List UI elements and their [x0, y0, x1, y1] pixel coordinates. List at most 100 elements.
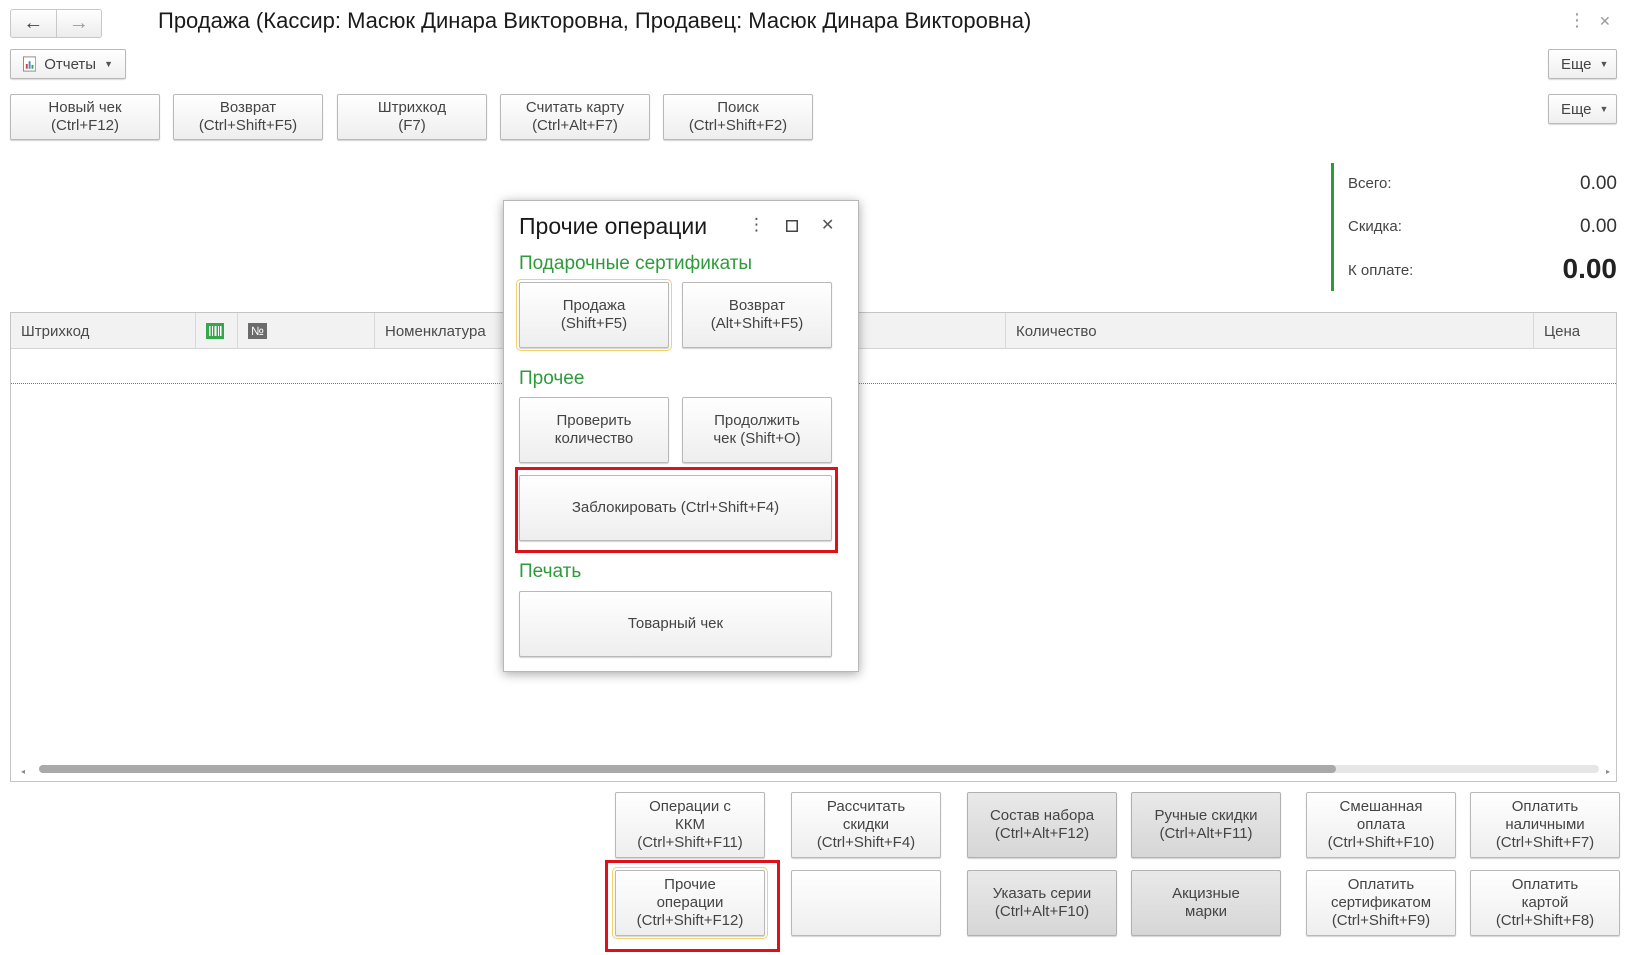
button-label: Возврат [219, 99, 277, 116]
section-print: Печать [519, 561, 582, 582]
button-label: Указать серии [992, 885, 1092, 902]
button-label: скидки [842, 816, 890, 833]
button-shortcut: (Ctrl+Alt+F11) [1159, 825, 1253, 842]
page-title: Продажа (Кассир: Масюк Динара Викторовна… [158, 8, 1032, 33]
scrollbar-thumb[interactable] [39, 765, 1336, 773]
button-label: Товарный чек [627, 615, 724, 632]
button-label: наличными [1505, 816, 1585, 833]
dropdown-caret-icon: ▼ [1599, 59, 1609, 69]
button-label: Продажа [562, 297, 626, 314]
return-button[interactable]: Возврат (Ctrl+Shift+F5) [173, 94, 323, 140]
gift-return-button[interactable]: Возврат (Alt+Shift+F5) [682, 282, 832, 348]
marking-icon [206, 323, 224, 339]
button-label: Возврат [728, 297, 786, 314]
button-shortcut: (Alt+Shift+F5) [710, 315, 804, 332]
button-label: количество [554, 430, 634, 447]
highlight-frame [515, 467, 838, 553]
button-label: ККМ [675, 816, 705, 833]
column-quantity[interactable]: Количество [1006, 313, 1534, 349]
button-label: марки [1185, 903, 1227, 920]
dialog-title: Прочие операции [519, 213, 708, 239]
empty-button[interactable] [791, 870, 941, 936]
more-button-second[interactable]: Еще ▼ [1548, 94, 1617, 124]
total-value: 0.00 [1580, 173, 1617, 194]
back-arrow-icon[interactable]: ← [11, 10, 56, 37]
total-label: Всего: [1348, 175, 1392, 192]
button-label: Ручные скидки [1154, 807, 1258, 824]
section-other: Прочее [519, 368, 585, 389]
scroll-right-icon[interactable]: ▸ [1606, 767, 1610, 776]
column-marking[interactable] [196, 313, 238, 349]
report-chart-icon [23, 56, 37, 72]
button-label: Оплатить [1511, 876, 1579, 893]
button-label: Акцизные [1172, 885, 1240, 902]
dialog-menu-icon[interactable]: ⋮ [748, 215, 765, 235]
excise-marks-button[interactable]: Акцизные марки [1131, 870, 1281, 936]
manual-discounts-button[interactable]: Ручные скидки (Ctrl+Alt+F11) [1131, 792, 1281, 858]
pay-card-button[interactable]: Оплатить картой (Ctrl+Shift+F8) [1470, 870, 1620, 936]
maximize-icon[interactable] [786, 217, 798, 237]
button-label: Новый чек [48, 99, 122, 116]
navigation-buttons: ← → [10, 9, 102, 38]
button-shortcut: (Ctrl+Alt+F12) [994, 825, 1090, 842]
calculate-discounts-button[interactable]: Рассчитать скидки (Ctrl+Shift+F4) [791, 792, 941, 858]
button-label: оплата [1356, 816, 1406, 833]
button-label: Поиск [717, 99, 759, 116]
button-label: Считать карту [525, 99, 625, 116]
continue-check-button[interactable]: Продолжить чек (Shift+O) [682, 397, 832, 463]
button-shortcut: (Ctrl+Alt+F10) [994, 903, 1090, 920]
button-label: Оплатить [1511, 798, 1579, 815]
new-check-button[interactable]: Новый чек (Ctrl+F12) [10, 94, 160, 140]
number-sign-icon: № [248, 323, 267, 339]
close-icon[interactable]: ✕ [821, 215, 834, 235]
other-operations-dialog: Прочие операции ⋮ ✕ Подарочные сертифика… [503, 200, 859, 672]
button-label: Продолжить [714, 412, 800, 429]
column-number[interactable]: № [238, 313, 375, 349]
close-icon[interactable]: ✕ [1599, 13, 1611, 30]
scroll-left-icon[interactable]: ◂ [21, 767, 25, 776]
more-vertical-icon[interactable]: ⋮ [1568, 10, 1586, 31]
dropdown-caret-icon: ▼ [1599, 104, 1609, 114]
gift-sale-button[interactable]: Продажа (Shift+F5) [516, 279, 672, 351]
kit-composition-button[interactable]: Состав набора (Ctrl+Alt+F12) [967, 792, 1117, 858]
button-label: Состав набора [989, 807, 1095, 824]
button-shortcut: (F7) [398, 117, 426, 134]
more-button-top[interactable]: Еще ▼ [1548, 49, 1617, 79]
button-shortcut: (Ctrl+Shift+F9) [1331, 912, 1431, 929]
totals-accent-bar [1331, 163, 1334, 291]
button-label: чек (Shift+O) [713, 430, 801, 447]
button-shortcut: (Ctrl+Shift+F7) [1495, 834, 1595, 851]
button-shortcut: (Ctrl+Shift+F10) [1327, 834, 1435, 851]
button-label: Оплатить [1347, 876, 1415, 893]
pay-certificate-button[interactable]: Оплатить сертификатом (Ctrl+Shift+F9) [1306, 870, 1456, 936]
to-pay-label: К оплате: [1348, 262, 1414, 279]
mixed-payment-button[interactable]: Смешанная оплата (Ctrl+Shift+F10) [1306, 792, 1456, 858]
pay-cash-button[interactable]: Оплатить наличными (Ctrl+Shift+F7) [1470, 792, 1620, 858]
horizontal-scrollbar[interactable] [39, 765, 1599, 773]
search-button[interactable]: Поиск (Ctrl+Shift+F2) [663, 94, 813, 140]
column-price[interactable]: Цена [1534, 313, 1618, 349]
button-label: Операции с [649, 798, 731, 815]
highlight-frame [605, 860, 780, 952]
discount-label: Скидка: [1348, 218, 1402, 235]
kkm-operations-button[interactable]: Операции с ККМ (Ctrl+Shift+F11) [615, 792, 765, 858]
button-shortcut: (Ctrl+Shift+F4) [816, 834, 916, 851]
sales-receipt-button[interactable]: Товарный чек [519, 591, 832, 657]
read-card-button[interactable]: Считать карту (Ctrl+Alt+F7) [500, 94, 650, 140]
to-pay-value: 0.00 [1562, 253, 1618, 284]
button-shortcut: (Ctrl+Shift+F5) [198, 117, 298, 134]
forward-arrow-icon[interactable]: → [55, 10, 102, 37]
column-barcode[interactable]: Штрихкод [11, 313, 196, 349]
dropdown-caret-icon: ▼ [104, 59, 113, 69]
button-shortcut: (Ctrl+F12) [51, 117, 119, 134]
reports-button[interactable]: Отчеты ▼ [10, 49, 126, 79]
button-label: сертификатом [1330, 894, 1432, 911]
specify-series-button[interactable]: Указать серии (Ctrl+Alt+F10) [967, 870, 1117, 936]
button-label: Штрихкод [377, 99, 447, 116]
discount-value: 0.00 [1580, 216, 1617, 237]
barcode-button[interactable]: Штрихкод (F7) [337, 94, 487, 140]
button-label: Проверить [556, 412, 632, 429]
button-shortcut: (Ctrl+Shift+F8) [1495, 912, 1595, 929]
check-quantity-button[interactable]: Проверить количество [519, 397, 669, 463]
button-shortcut: (Ctrl+Shift+F2) [688, 117, 788, 134]
